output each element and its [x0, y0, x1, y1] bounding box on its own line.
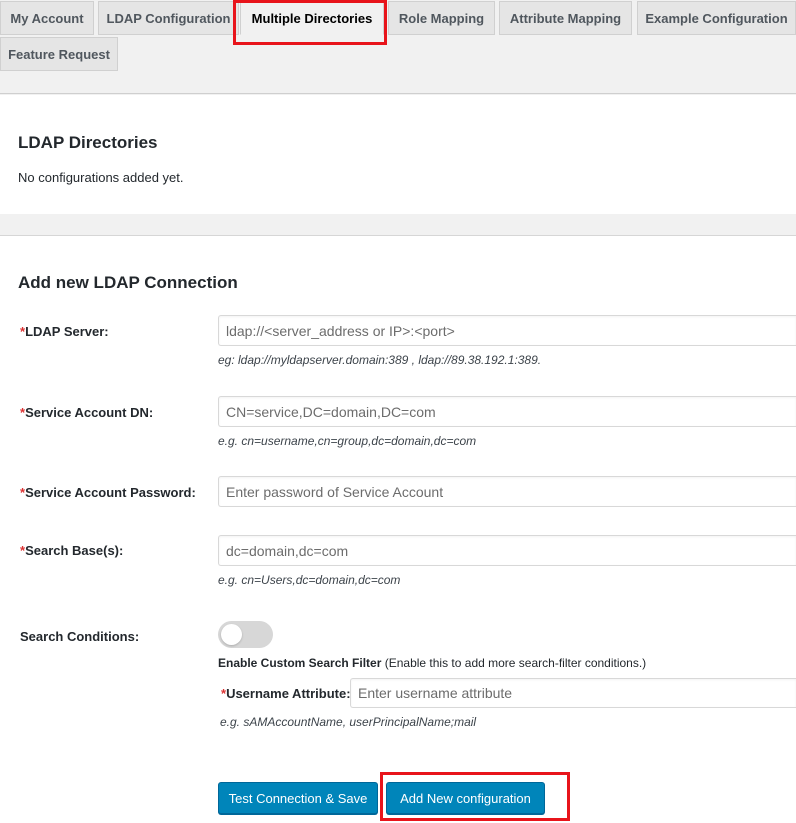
ldap-server-label: *LDAP Server:	[20, 324, 109, 339]
tab-attribute-mapping[interactable]: Attribute Mapping	[499, 1, 632, 35]
tab-example-configuration[interactable]: Example Configuration	[637, 1, 796, 35]
search-base-hint: e.g. cn=Users,dc=domain,dc=com	[218, 573, 401, 587]
tab-feature-request[interactable]: Feature Request	[0, 37, 118, 71]
tab-role-mapping[interactable]: Role Mapping	[388, 1, 495, 35]
toggle-knob	[221, 624, 242, 645]
service-dn-label: *Service Account DN:	[20, 405, 154, 420]
service-password-input[interactable]	[218, 476, 796, 507]
service-dn-hint: e.g. cn=username,cn=group,dc=domain,dc=c…	[218, 434, 477, 448]
tab-multiple-directories[interactable]: Multiple Directories	[240, 1, 384, 35]
directories-title: LDAP Directories	[18, 133, 158, 152]
directories-panel: LDAP Directories No configurations added…	[0, 95, 796, 214]
custom-search-filter-text: Enable Custom Search Filter (Enable this…	[218, 656, 647, 670]
username-attribute-label: *Username Attribute:	[221, 686, 351, 701]
add-connection-panel: Add new LDAP Connection *LDAP Server: eg…	[0, 235, 796, 823]
add-new-configuration-button[interactable]: Add New configuration	[386, 782, 545, 814]
search-base-label: *Search Base(s):	[20, 543, 124, 558]
tab-bar: My Account LDAP Configuration Multiple D…	[0, 0, 796, 94]
ldap-server-hint: eg: ldap://myldapserver.domain:389 , lda…	[218, 353, 542, 367]
service-password-label: *Service Account Password:	[20, 485, 196, 500]
username-attribute-input[interactable]	[350, 678, 796, 708]
test-connection-save-button[interactable]: Test Connection & Save	[218, 782, 378, 814]
no-configurations-text: No configurations added yet.	[18, 170, 184, 185]
add-connection-title: Add new LDAP Connection	[18, 273, 238, 292]
tab-my-account[interactable]: My Account	[0, 1, 94, 35]
username-attribute-hint: e.g. sAMAccountName, userPrincipalName;m…	[220, 715, 477, 729]
search-conditions-label: Search Conditions:	[20, 629, 140, 644]
ldap-server-input[interactable]	[218, 315, 796, 346]
custom-search-filter-toggle[interactable]	[218, 621, 273, 648]
search-base-input[interactable]	[218, 535, 796, 566]
service-dn-input[interactable]	[218, 396, 796, 427]
tab-ldap-configuration[interactable]: LDAP Configuration	[98, 1, 239, 35]
